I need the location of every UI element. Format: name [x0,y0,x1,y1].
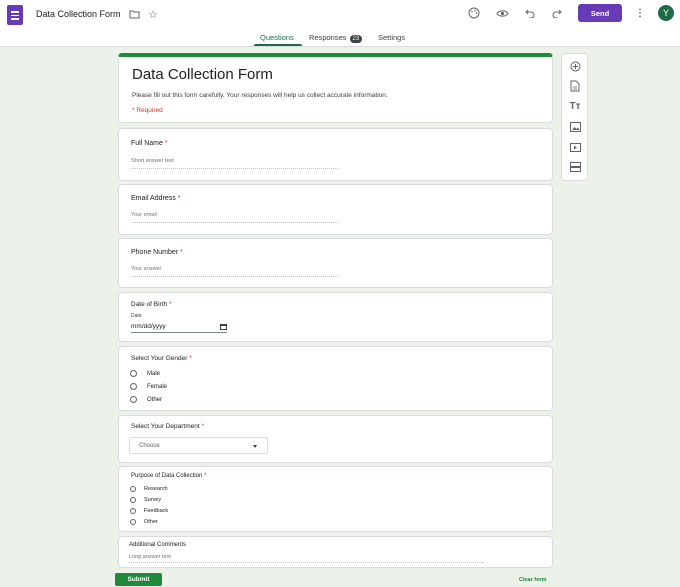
tab-bar: Questions Responses 23 Settings [0,31,680,47]
add-image-icon[interactable] [568,120,582,134]
comments-textarea[interactable]: Long answer text [129,554,484,563]
question-label: Additional Comments [129,542,187,548]
question-full-name[interactable]: Full Name * Short answer text [118,128,553,181]
phone-input[interactable]: Your answer [131,266,338,277]
dropdown-selected-value: Choose [139,443,160,449]
question-additional-comments[interactable]: Additional Comments Long answer text [118,536,553,568]
question-gender[interactable]: Select Your Gender * Male Female Other [118,346,553,411]
calendar-icon[interactable] [220,324,227,330]
radio-button[interactable] [130,486,136,492]
active-tab-indicator [254,44,302,46]
question-email[interactable]: Email Address * Your email [118,184,553,235]
question-label: Date of Birth * [131,301,172,308]
date-input[interactable]: mm/dd/yyyy [131,323,227,333]
radio-option[interactable]: Other [130,396,162,403]
form-description[interactable]: Please fill out this form carefully. You… [132,92,388,99]
import-questions-icon[interactable] [568,79,582,93]
date-input-value: mm/dd/yyyy [131,323,166,330]
add-section-icon[interactable] [568,160,582,174]
preview-eye-icon[interactable] [495,7,509,19]
folder-icon[interactable] [128,9,140,19]
radio-option[interactable]: Research [130,486,168,492]
side-toolbar: Tт [561,53,588,181]
document-title[interactable]: Data Collection Form [36,9,121,19]
radio-button[interactable] [130,383,137,390]
tab-responses[interactable]: Responses 23 [309,33,363,43]
required-star: * [168,301,172,308]
radio-option[interactable]: Male [130,370,160,377]
question-date-of-birth[interactable]: Date of Birth * Date mm/dd/yyyy [118,292,553,342]
radio-option[interactable]: Feedback [130,508,168,514]
radio-button[interactable] [130,396,137,403]
radio-option[interactable]: Other [130,519,158,525]
chevron-down-icon [253,445,257,448]
radio-button[interactable] [130,519,136,525]
palette-icon[interactable] [467,6,481,20]
tab-settings[interactable]: Settings [378,33,405,42]
question-phone[interactable]: Phone Number * Your answer [118,238,553,288]
more-vert-icon[interactable]: ⋮ [635,7,645,20]
forms-app-icon[interactable] [7,5,23,25]
question-label: Purpose of Data Collection * [131,473,207,479]
avatar[interactable]: Y [658,5,674,21]
star-icon[interactable]: ☆ [147,8,159,21]
radio-option[interactable]: Female [130,383,167,390]
top-bar: Data Collection Form ☆ Send ⋮ Y [0,0,680,31]
date-sub-label: Date [131,313,142,319]
radio-button[interactable] [130,370,137,377]
email-input[interactable]: Your email [131,212,338,223]
required-star: * [204,473,207,479]
question-label: Full Name * [131,140,168,147]
question-label: Select Your Department * [131,423,204,430]
question-label: Email Address * [131,195,181,202]
question-department[interactable]: Select Your Department * Choose [118,415,553,463]
tab-responses-label: Responses [309,33,347,42]
required-star: * [180,249,183,256]
redo-icon[interactable] [551,7,563,19]
submit-button[interactable]: Submit [115,573,162,586]
full-name-input[interactable]: Short answer text [131,158,338,169]
department-dropdown[interactable]: Choose [129,437,268,454]
required-star: * [201,423,204,430]
required-star: * [189,355,192,362]
tab-questions[interactable]: Questions [260,33,294,42]
add-title-icon[interactable]: Tт [568,99,582,113]
add-question-icon[interactable] [568,59,582,73]
question-label: Phone Number * [131,249,183,256]
form-header-card[interactable]: Data Collection Form Please fill out thi… [118,53,553,123]
add-video-icon[interactable] [568,140,582,154]
clear-form-link[interactable]: Clear form [519,577,547,583]
radio-option[interactable]: Survey [130,497,161,503]
responses-count-badge: 23 [349,35,363,43]
radio-button[interactable] [130,497,136,503]
undo-icon[interactable] [524,7,536,19]
question-label: Select Your Gender * [131,355,192,362]
form-title[interactable]: Data Collection Form [132,66,273,83]
radio-button[interactable] [130,508,136,514]
question-purpose[interactable]: Purpose of Data Collection * Research Su… [118,466,553,532]
required-star: * [164,140,168,147]
required-star: * [177,195,181,202]
required-note: * Required [132,107,163,114]
send-button[interactable]: Send [578,4,622,22]
